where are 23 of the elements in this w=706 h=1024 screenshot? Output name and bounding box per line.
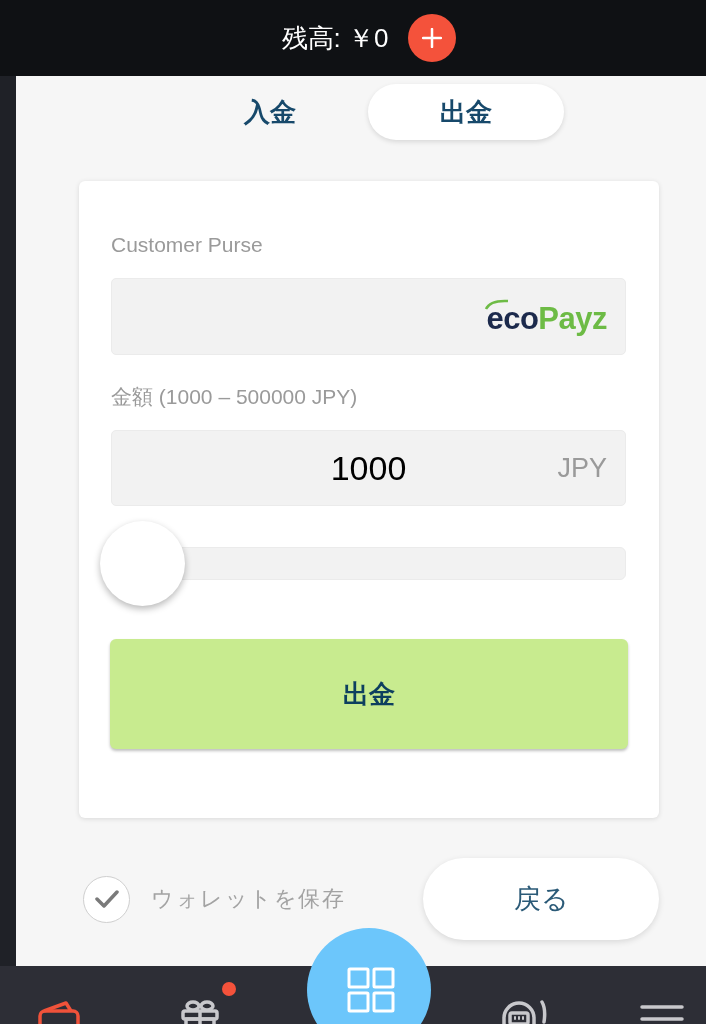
slot-machine-icon[interactable] [500,1000,548,1024]
tab[interactable]: 出金 [368,84,564,140]
amount-field[interactable]: 1000 JPY [111,430,626,506]
ecopayz-logo: ecoPayz [486,298,607,336]
amount-label: 金額 (1000 – 500000 JPY) [111,385,359,409]
add-funds-button[interactable] [408,14,457,62]
grid-icon [347,967,395,1013]
save-wallet-label: ウォレットを保存 [151,885,345,913]
tab[interactable]: 入金 [172,84,368,140]
purse-field[interactable]: ecoPayz [111,278,626,355]
withdraw-button[interactable]: 出金 [110,639,628,749]
balance-text: 残高: ￥0 [281,22,389,54]
menu-icon[interactable] [640,1004,684,1024]
gift-icon[interactable] [180,1000,220,1024]
back-button[interactable]: 戻る [423,858,659,940]
amount-input[interactable]: 1000 [298,446,439,490]
slider-thumb[interactable] [100,521,185,606]
check-icon [94,890,119,908]
save-wallet-checkbox[interactable] [83,875,130,923]
currency-unit: JPY [557,452,607,484]
wallet-icon[interactable] [38,1000,80,1024]
purse-label: Customer Purse [111,233,264,257]
plus-icon [422,28,443,48]
